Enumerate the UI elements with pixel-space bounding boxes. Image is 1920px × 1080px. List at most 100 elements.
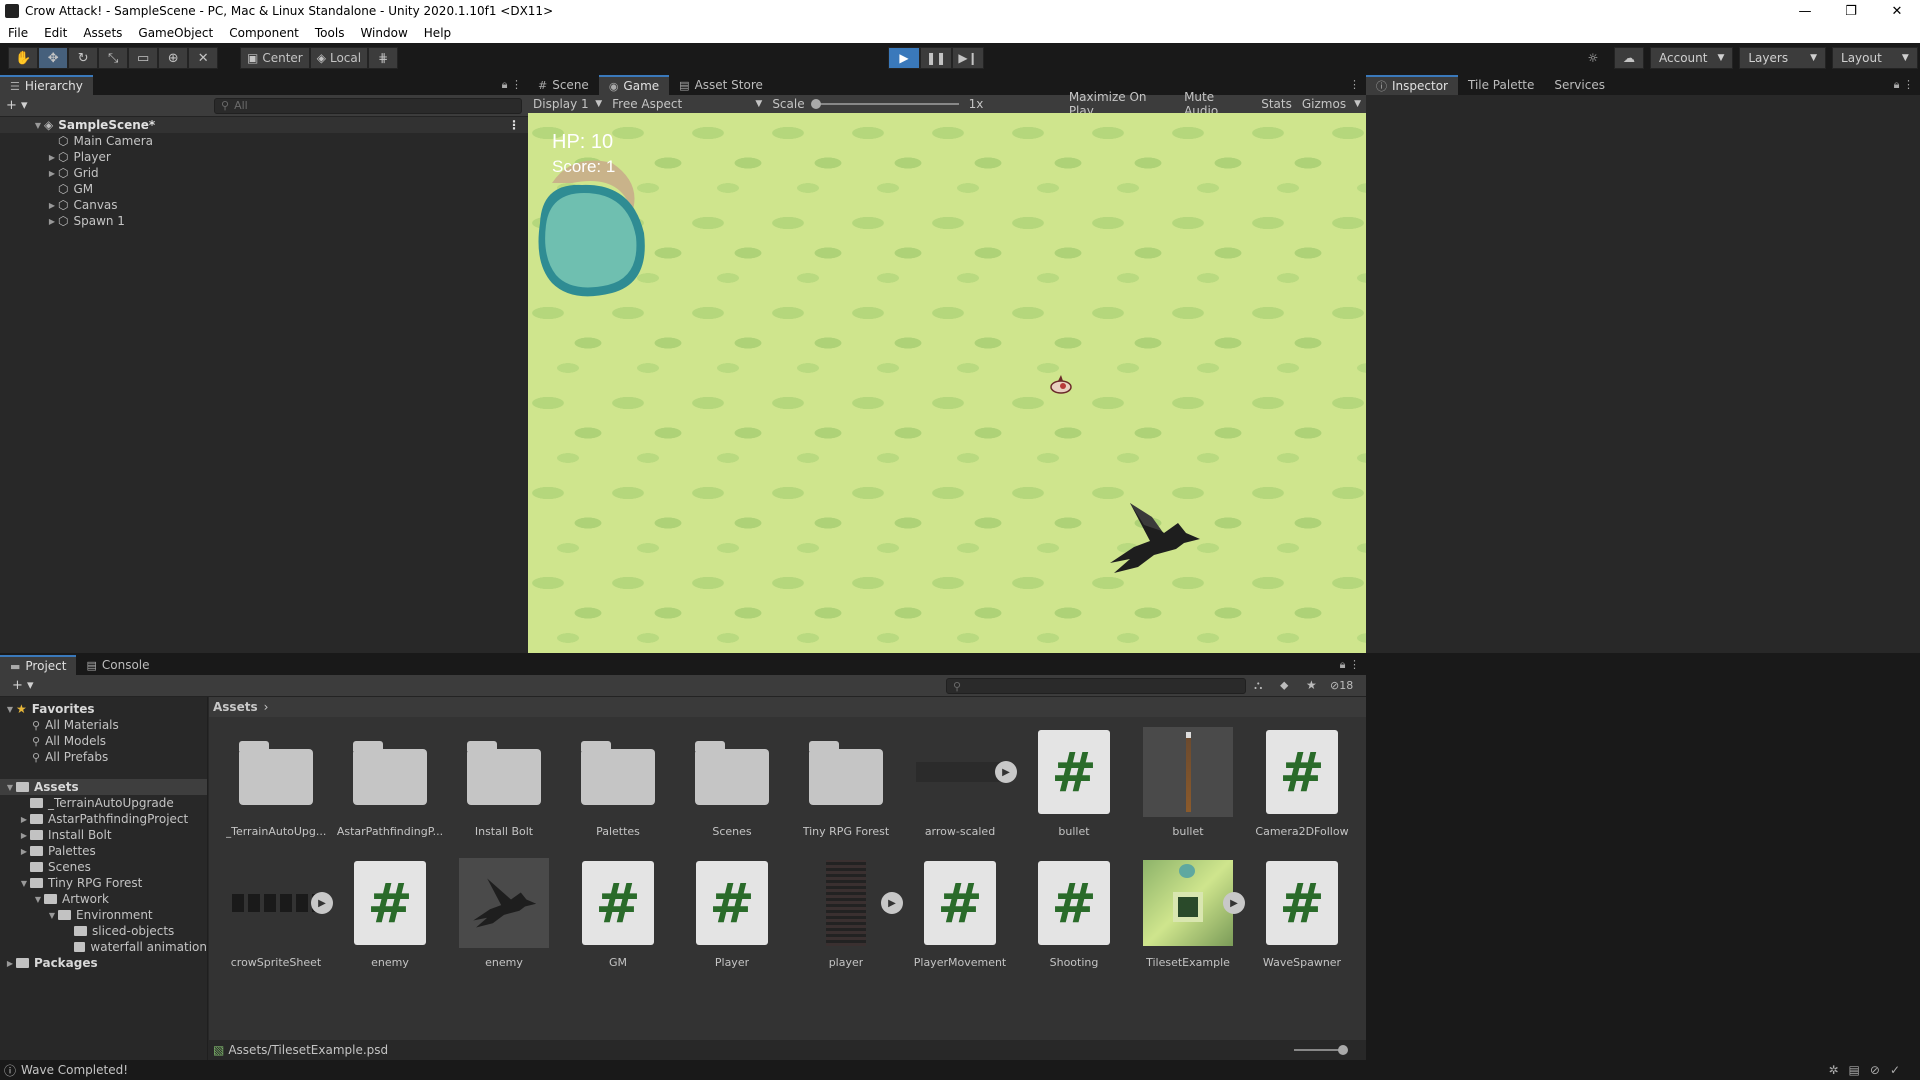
expand-arrow-icon[interactable]: ▶ <box>18 831 30 840</box>
hierarchy-item-spawn[interactable]: ▶ ⬡ Spawn 1 <box>0 213 528 229</box>
build-icon[interactable]: ▤ <box>1849 1063 1870 1077</box>
step-button[interactable]: ▶❙ <box>952 47 984 69</box>
transform-tool-button[interactable]: ⊕ <box>158 47 189 69</box>
expand-arrow-icon[interactable]: ▼ <box>4 705 16 714</box>
tab-asset-store[interactable]: ▤ Asset Store <box>669 75 773 95</box>
menu-component[interactable]: Component <box>221 26 307 40</box>
tab-game[interactable]: ◉ Game <box>598 75 670 95</box>
hierarchy-scene-row[interactable]: ▼ ◈ SampleScene* ⋮ <box>0 117 528 133</box>
asset-item-scenes-folder[interactable]: Scenes <box>675 727 789 838</box>
asset-item-palettes-folder[interactable]: Palettes <box>561 727 675 838</box>
asset-item-player-sprite[interactable]: ▶ player <box>789 858 903 969</box>
asset-item-install-bolt-folder[interactable]: Install Bolt <box>447 727 561 838</box>
favorite-all-materials[interactable]: ⚲ All Materials <box>0 717 207 733</box>
create-dropdown[interactable]: + ▾ <box>6 98 28 113</box>
folder-palettes[interactable]: ▶ Palettes <box>0 843 207 859</box>
favorite-all-prefabs[interactable]: ⚲ All Prefabs <box>0 749 207 765</box>
panel-lock-menu-icon[interactable]: 🔒︎ ⋮ <box>502 78 522 92</box>
tab-scene[interactable]: # Scene <box>528 75 599 95</box>
panel-menu-icon[interactable]: ⋮ <box>1349 78 1360 91</box>
menu-file[interactable]: File <box>0 26 36 40</box>
tab-inspector[interactable]: ⓘ Inspector <box>1366 75 1458 95</box>
breadcrumb-assets[interactable]: Assets <box>213 700 258 714</box>
filter-label-icon[interactable]: ⬥ <box>1280 678 1288 693</box>
scale-slider-handle[interactable] <box>810 99 821 109</box>
asset-item-crow-spritesheet[interactable]: ▶ crowSpriteSheet <box>219 858 333 969</box>
display-dropdown[interactable]: Display 1 ▼ <box>528 97 607 111</box>
menu-edit[interactable]: Edit <box>36 26 75 40</box>
layout-dropdown[interactable]: Layout ▼ <box>1832 47 1918 69</box>
folder-scenes[interactable]: Scenes <box>0 859 207 875</box>
panel-lock-menu-icon[interactable]: 🔒︎ ⋮ <box>1340 658 1360 672</box>
folder-waterfall-animation[interactable]: waterfall animation <box>0 939 207 955</box>
tab-services[interactable]: Services <box>1544 75 1615 95</box>
expand-arrow-icon[interactable]: ▶ <box>18 847 30 856</box>
minimize-button[interactable]: — <box>1782 0 1828 22</box>
scale-slider[interactable]: Scale 1x <box>767 97 1063 111</box>
pivot-local-toggle[interactable]: ◈ Local <box>309 47 369 69</box>
filter-type-icon[interactable]: ⛬ <box>1254 678 1262 693</box>
asset-item-bullet-script[interactable]: # bullet <box>1017 727 1131 838</box>
folder-astar[interactable]: ▶ AstarPathfindingProject <box>0 811 207 827</box>
asset-item-enemy-sprite[interactable]: enemy <box>447 858 561 969</box>
thumbnail-size-handle[interactable] <box>1338 1045 1348 1055</box>
tab-hierarchy[interactable]: ☰ Hierarchy <box>0 75 93 95</box>
asset-item-astar-folder[interactable]: AstarPathfindingP... <box>333 727 447 838</box>
debug-icon[interactable]: ⊘ <box>1870 1063 1890 1077</box>
hierarchy-item-main-camera[interactable]: ⬡ Main Camera <box>0 133 528 149</box>
menu-gameobject[interactable]: GameObject <box>130 26 221 40</box>
hidden-packages-toggle[interactable]: ⊘18 <box>1330 679 1353 692</box>
favorite-star-icon[interactable]: ★ <box>1306 678 1317 692</box>
tab-tile-palette[interactable]: Tile Palette <box>1458 75 1544 95</box>
asset-item-arrow-scaled[interactable]: ▶ arrow-scaled <box>903 727 1017 838</box>
packages-folder[interactable]: ▶ Packages <box>0 955 207 971</box>
expand-arrow-icon[interactable]: ▶ <box>4 959 16 968</box>
check-icon[interactable]: ✓ <box>1890 1063 1910 1077</box>
scale-tool-button[interactable]: ⤡ <box>98 47 129 69</box>
folder-terrain-auto-upgrade[interactable]: _TerrainAutoUpgrade <box>0 795 207 811</box>
folder-environment[interactable]: ▼ Environment <box>0 907 207 923</box>
folder-tiny-rpg-forest[interactable]: ▼ Tiny RPG Forest <box>0 875 207 891</box>
hierarchy-item-player[interactable]: ▶ ⬡ Player <box>0 149 528 165</box>
collab-button[interactable]: ☼ <box>1578 47 1608 69</box>
hierarchy-item-canvas[interactable]: ▶ ⬡ Canvas <box>0 197 528 213</box>
status-message[interactable]: Wave Completed! <box>21 1063 128 1077</box>
game-viewport[interactable]: HP: 10 Score: 1 <box>528 113 1366 653</box>
expand-arrow-icon[interactable]: ▶ <box>46 201 58 210</box>
hierarchy-item-gm[interactable]: ⬡ GM <box>0 181 528 197</box>
expand-arrow-icon[interactable]: ▶ <box>46 217 58 226</box>
cloud-button[interactable]: ☁ <box>1614 47 1644 69</box>
menu-assets[interactable]: Assets <box>75 26 130 40</box>
hand-tool-button[interactable]: ✋ <box>8 47 39 69</box>
hierarchy-item-grid[interactable]: ▶ ⬡ Grid <box>0 165 528 181</box>
layers-dropdown[interactable]: Layers ▼ <box>1739 47 1827 69</box>
favorite-all-models[interactable]: ⚲ All Models <box>0 733 207 749</box>
custom-tool-button[interactable]: ✕ <box>188 47 219 69</box>
expand-arrow-icon[interactable]: ▼ <box>4 783 16 792</box>
hierarchy-search-input[interactable]: ⚲ All <box>214 97 522 114</box>
stats-toggle[interactable]: Stats <box>1256 97 1297 111</box>
menu-window[interactable]: Window <box>352 26 415 40</box>
thumbnail-size-slider[interactable] <box>1294 1045 1348 1055</box>
menu-help[interactable]: Help <box>416 26 459 40</box>
play-button[interactable]: ▶ <box>888 47 920 69</box>
maximize-button[interactable]: ❐ <box>1828 0 1874 22</box>
expand-sprites-play-icon[interactable]: ▶ <box>1223 892 1245 914</box>
expand-arrow-icon[interactable]: ▼ <box>32 895 44 904</box>
aspect-dropdown[interactable]: Free Aspect ▼ <box>607 97 767 111</box>
pivot-center-toggle[interactable]: ▣ Center <box>240 47 310 69</box>
folder-artwork[interactable]: ▼ Artwork <box>0 891 207 907</box>
account-dropdown[interactable]: Account ▼ <box>1650 47 1734 69</box>
pause-button[interactable]: ❚❚ <box>920 47 952 69</box>
close-button[interactable]: ✕ <box>1874 0 1920 22</box>
rotate-tool-button[interactable]: ↻ <box>68 47 99 69</box>
create-asset-dropdown[interactable]: + ▾ <box>12 678 34 693</box>
expand-arrow-icon[interactable]: ▼ <box>18 879 30 888</box>
folder-install-bolt[interactable]: ▶ Install Bolt <box>0 827 207 843</box>
grid-snap-button[interactable]: ⋕ <box>368 47 399 69</box>
panel-lock-menu-icon[interactable]: 🔒︎ ⋮ <box>1894 78 1914 92</box>
asset-item-wavespawner-script[interactable]: # WaveSpawner <box>1245 858 1359 969</box>
expand-sprites-play-icon[interactable]: ▶ <box>995 761 1017 783</box>
asset-item-terrain-folder[interactable]: _TerrainAutoUpg... <box>219 727 333 838</box>
expand-arrow-icon[interactable]: ▶ <box>46 169 58 178</box>
